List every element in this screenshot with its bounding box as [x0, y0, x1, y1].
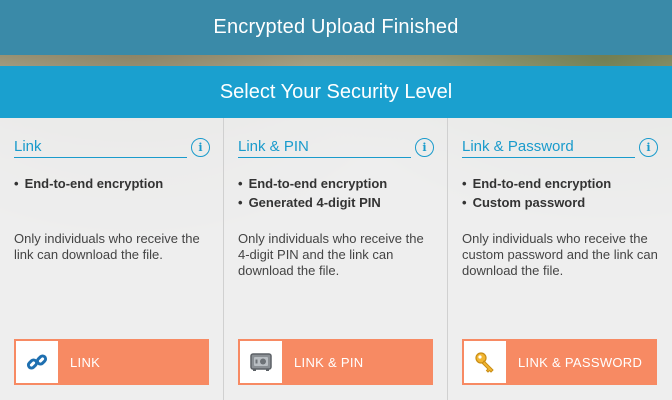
feature-list: End-to-end encryption — [14, 174, 214, 193]
option-card-link: Link i End-to-end encryption Only indivi… — [0, 118, 224, 400]
feature-list: End-to-end encryption Generated 4-digit … — [238, 174, 438, 212]
link-button[interactable]: LINK — [14, 339, 209, 385]
button-label: LINK — [70, 354, 101, 370]
key-icon — [462, 339, 508, 385]
card-description: Only individuals who receive the link ca… — [14, 231, 200, 262]
card-title: Link & Password — [462, 138, 635, 158]
button-label: LINK & PASSWORD — [518, 354, 643, 370]
info-icon[interactable]: i — [639, 138, 658, 157]
button-label: LINK & PIN — [294, 354, 364, 370]
link-icon — [14, 339, 60, 385]
section-header: Select Your Security Level — [0, 66, 672, 118]
card-title-row: Link & PIN i — [238, 138, 434, 158]
card-title: Link & PIN — [238, 138, 411, 158]
feature-item: End-to-end encryption — [14, 174, 214, 193]
safe-icon — [238, 339, 284, 385]
card-title-row: Link & Password i — [462, 138, 658, 158]
card-description: Only individuals who receive the 4-digit… — [238, 231, 424, 278]
info-icon[interactable]: i — [191, 138, 210, 157]
top-bar: Encrypted Upload Finished — [0, 0, 672, 55]
feature-item: End-to-end encryption — [462, 174, 662, 193]
feature-item: Generated 4-digit PIN — [238, 193, 438, 212]
feature-item: End-to-end encryption — [238, 174, 438, 193]
section-title: Select Your Security Level — [219, 80, 453, 103]
link-pin-button[interactable]: LINK & PIN — [238, 339, 433, 385]
option-card-link-pin: Link & PIN i End-to-end encryption Gener… — [224, 118, 448, 400]
feature-item: Custom password — [462, 193, 662, 212]
card-title-row: Link i — [14, 138, 210, 158]
card-description: Only individuals who receive the custom … — [462, 231, 658, 278]
card-title: Link — [14, 138, 187, 158]
security-level-options: Link i End-to-end encryption Only indivi… — [0, 118, 672, 400]
feature-list: End-to-end encryption Custom password — [462, 174, 662, 212]
info-icon[interactable]: i — [415, 138, 434, 157]
link-password-button[interactable]: LINK & PASSWORD — [462, 339, 657, 385]
option-card-link-password: Link & Password i End-to-end encryption … — [448, 118, 672, 400]
page-title: Encrypted Upload Finished — [213, 16, 459, 38]
